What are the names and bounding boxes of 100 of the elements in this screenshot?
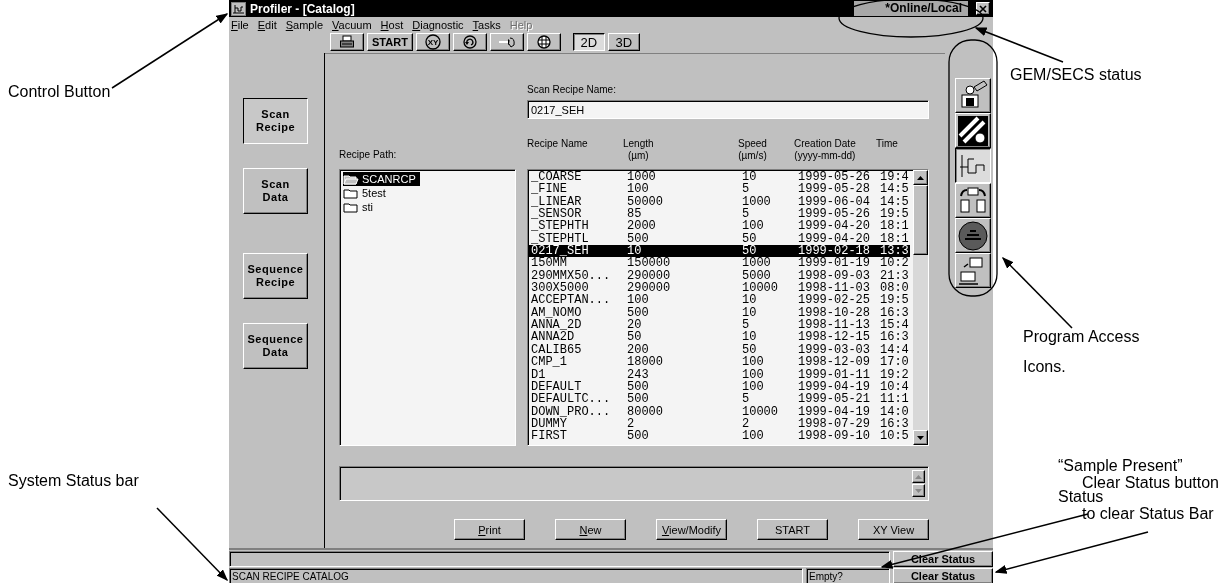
table-cell-text: _STEPHTL [531,232,590,246]
table-cell-text: 290000 [627,269,672,283]
tree-item[interactable]: SCANRCP [343,172,420,186]
table-cell: 19:2 [880,368,910,381]
column-header[interactable]: Creation Date (yyyy-mm-dd) [794,138,856,162]
action-button[interactable]: New [555,519,626,540]
scroll-down-icon [915,488,922,493]
callout-label: Clear Status button [1082,475,1219,491]
table-cell-text: 1998-11-13 [798,319,871,332]
menu-item[interactable]: Edit [257,18,277,31]
table-cell: 14:5 [880,183,910,196]
table-cell: 19:4 [880,171,910,184]
menu-item[interactable]: Host [380,18,404,31]
table-cell-text: 1998-07-29 [798,417,871,431]
table-cell-text: 500 [627,380,650,394]
table-cell-text: 1000 [742,195,772,209]
table-cell-text: 1998-12-09 [798,356,871,369]
table-cell-text: 1999-04-20 [798,220,871,233]
folder-tree[interactable]: SCANRCP 5test sti [339,169,516,446]
action-button[interactable]: XY View [858,519,929,540]
clear-status-button[interactable]: Clear Status [893,551,993,567]
table-cell: 18:1 [880,232,910,246]
table-cell-text: 10 [742,294,758,307]
toolbar-button[interactable] [452,33,487,51]
open-folder-icon [343,173,359,185]
nav-button[interactable]: Scan Recipe [243,98,308,144]
sample-status: Empty? [806,568,890,583]
table-cell-text: DOWN_PRO... [531,405,612,418]
nav-button[interactable]: Sequence Recipe [243,253,308,299]
table-cell-text: ANNA_2D [531,319,583,332]
window-title: Profiler - [Catalog] [250,1,356,16]
column-header[interactable]: Length (µm) [623,138,654,162]
table-cell: 10:2 [880,257,910,270]
table-cell-text: 5 [742,183,750,196]
toolbar-button[interactable]: START [367,33,413,51]
table-cell: 21:3 [880,269,910,283]
table-cell-text: 50 [742,245,757,258]
rotate-icon [461,34,478,50]
table-cell-text: 2000 [627,220,657,233]
table-cell-text: 5000 [742,269,771,283]
tree-item[interactable]: sti [343,200,377,214]
menu-item[interactable]: Vacuum [332,18,372,31]
close-button[interactable] [976,2,990,15]
callout-label: Control Button [8,84,111,100]
table-cell-text: 100 [742,356,765,369]
nav-button[interactable]: Sequence Data [243,323,308,369]
table-cell: 17:0 [880,356,910,369]
table-cell-text: ACCEPTAN... [531,294,612,307]
column-header[interactable]: Recipe Name [527,138,623,150]
table-cell: 16:3 [880,417,910,431]
scrollbar[interactable] [913,170,928,445]
table-cell-text: 1999-02-25 [798,294,871,307]
table-cell: 08:0 [880,282,910,295]
folder-icon [343,201,359,213]
table-cell-text: DUMMY [531,417,567,431]
callout-label: System Status bar [8,473,139,489]
table-cell-text: CALIB65 [531,343,583,357]
table-cell-text: FIRST [531,430,568,443]
toolbar-button[interactable]: XY [415,33,450,51]
recipe-list[interactable] [527,169,929,446]
column-header[interactable]: Speed (µm/s) [738,138,767,162]
table-cell-text: 1999-03-03 [798,343,871,357]
table-cell-text: 1998-12-15 [798,331,871,344]
toolbar-button[interactable] [330,33,364,51]
table-cell-text: 150000 [627,257,672,270]
field-label: Recipe Path: [339,149,397,160]
disc-icon [956,219,990,252]
recipe-name-field[interactable]: 0217_SEH [527,100,929,119]
column-header[interactable]: Time [876,138,921,150]
action-button[interactable]: View/Modify [656,519,727,540]
action-button[interactable]: START [757,519,828,540]
table-cell-text: 50000 [627,195,664,209]
arrow-hand-icon [498,34,515,50]
table-cell-text: 1998-11-03 [798,282,871,295]
table-cell-text: 10 [627,245,642,258]
table-cell: 19:5 [880,208,910,221]
tree-item[interactable]: 5test [343,186,390,200]
table-cell-text: 100 [742,430,765,443]
action-button[interactable]: Print [454,519,525,540]
callout-label: “Sample Present” [1058,458,1183,474]
menu-item[interactable]: Tasks [472,18,501,31]
table-cell-text: 85 [627,208,642,221]
table-cell-text: _COARSE [531,171,583,184]
toolbar-button[interactable] [526,33,561,51]
table-cell-text: 300X5000 [531,282,589,295]
table-cell-text: 1999-02-18 [798,245,871,258]
table-cell: 13:3 [880,245,910,258]
toolbar-button[interactable]: 3D [607,33,640,51]
clear-status-button[interactable]: Clear Status [893,568,993,583]
table-cell: 14:4 [880,343,910,357]
menu-item[interactable]: Sample [285,18,324,31]
toolbar-button[interactable]: 2D [572,33,605,51]
table-cell-text: 10000 [742,282,779,295]
table-cell-text: 50 [742,232,758,246]
nav-button[interactable]: Scan Data [243,168,308,214]
menu-item[interactable]: File [231,18,249,31]
program-button[interactable] [955,148,991,183]
menu-item[interactable]: Diagnostic [412,18,464,31]
table-cell-text: CMP_1 [531,356,568,369]
toolbar-button[interactable] [489,33,524,51]
